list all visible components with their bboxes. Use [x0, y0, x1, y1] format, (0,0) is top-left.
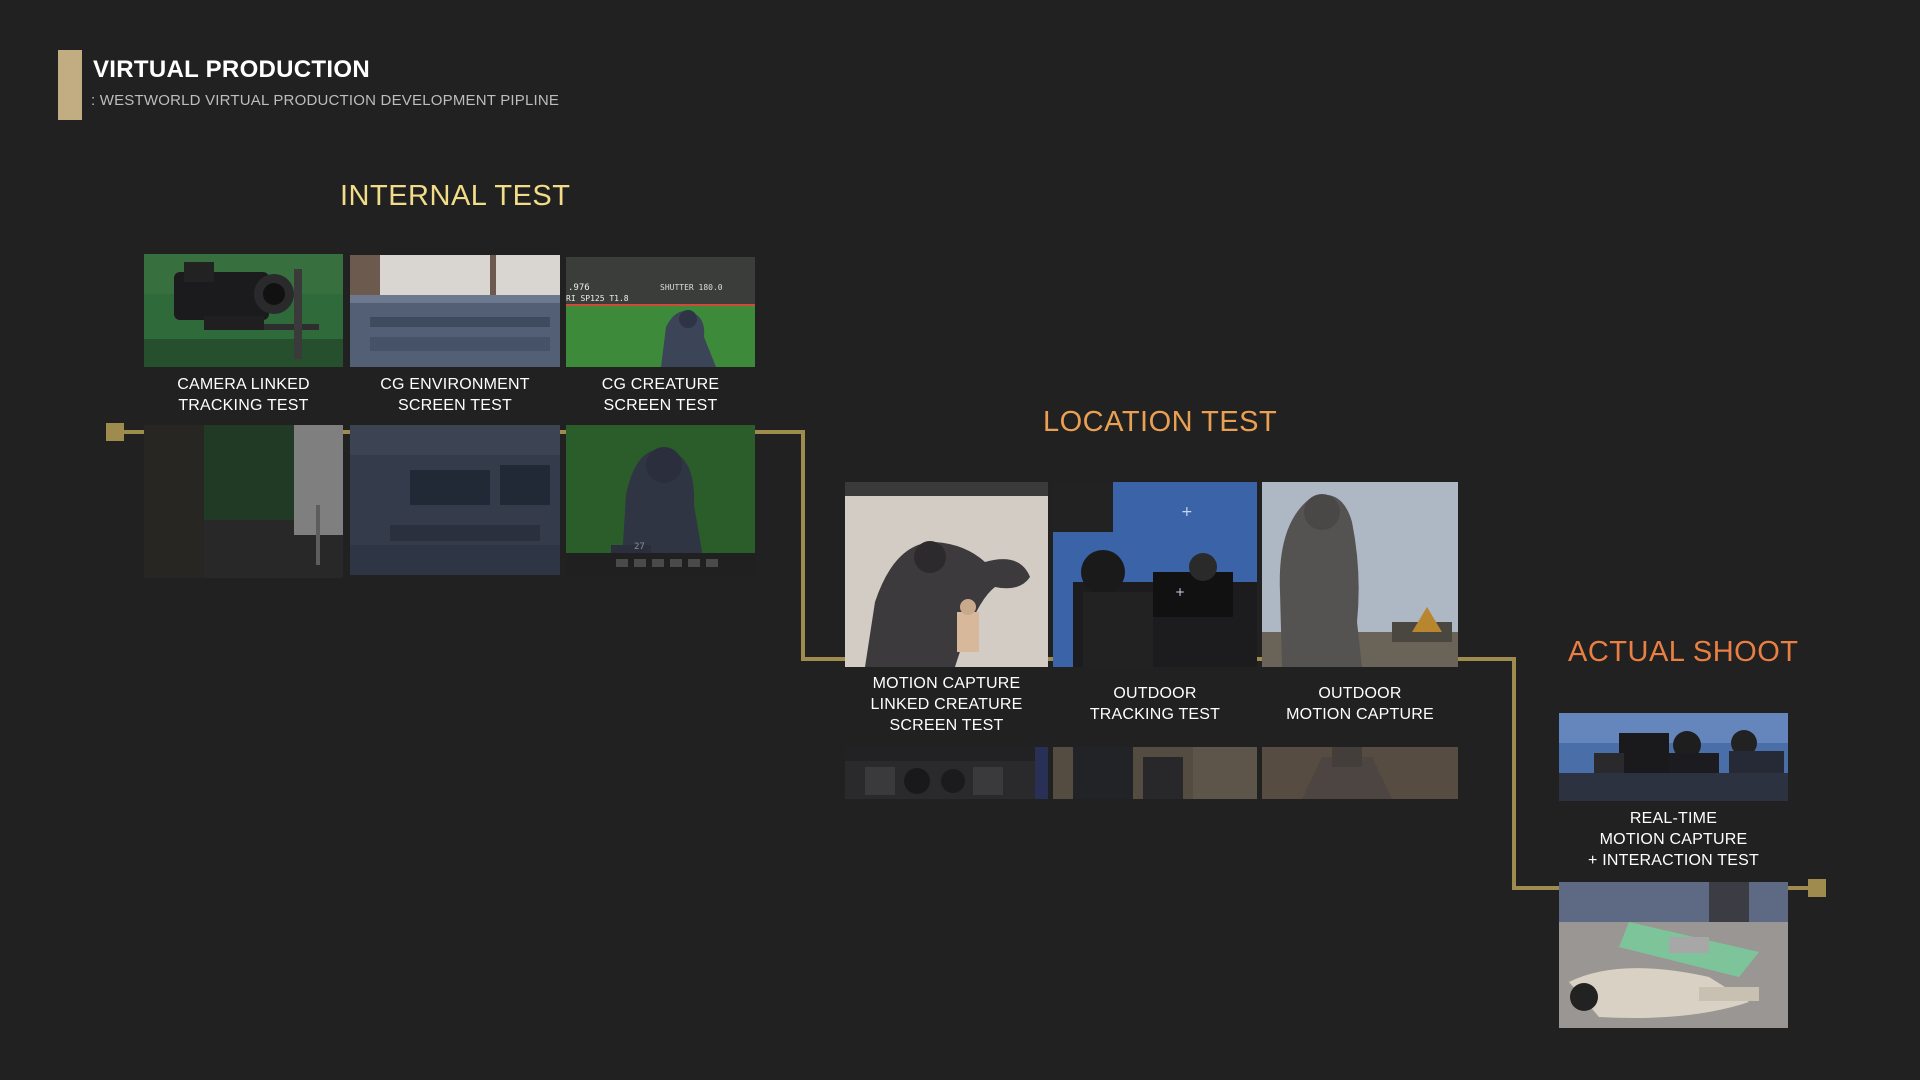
pipeline-start-node	[106, 423, 124, 441]
label-outdoor-tracking-test: OUTDOOR TRACKING TEST	[1089, 685, 1221, 723]
section-title-location-test: LOCATION TEST	[1043, 406, 1278, 438]
photo-outdoor-tracking-camera: + +	[1053, 482, 1257, 667]
photo-cg-environment-top	[350, 255, 560, 367]
section-title-internal-test: INTERNAL TEST	[340, 180, 571, 212]
page-subtitle: : WESTWORLD VIRTUAL PRODUCTION DEVELOPME…	[91, 92, 560, 109]
photo-outdoor-creature	[1262, 482, 1458, 667]
svg-text:27: 27	[634, 542, 645, 552]
svg-text:+: +	[1175, 585, 1185, 599]
photo-outdoor-creature-feet	[1262, 747, 1458, 799]
photo-asset-thumbnails	[845, 747, 1048, 799]
svg-text:RI SP125 T1.8: RI SP125 T1.8	[566, 294, 629, 303]
svg-text:+: +	[1181, 504, 1193, 520]
photo-camera-rig-top	[144, 254, 343, 367]
label-cg-environment-screen-test: CG ENVIRONMENT SCREEN TEST	[380, 376, 530, 414]
pipeline-end-node	[1808, 879, 1826, 897]
photo-actual-shoot-crew	[1559, 713, 1788, 801]
photo-cg-creature-monitor-top: .976 RI SP125 T1.8 SHUTTER 180.0	[566, 257, 755, 367]
photo-green-screen-room	[144, 425, 343, 578]
label-motion-capture-linked-creature-screen-test: MOTION CAPTURE LINKED CREATURE SCREEN TE…	[870, 675, 1023, 734]
svg-text:.976: .976	[568, 283, 590, 293]
label-real-time-motion-capture-interaction-test: REAL-TIME MOTION CAPTURE + INTERACTION T…	[1588, 810, 1759, 869]
photo-creature-screen-test	[845, 482, 1048, 667]
svg-text:SHUTTER 180.0: SHUTTER 180.0	[660, 283, 723, 292]
photo-cg-creature-monitor-bottom: 27	[566, 425, 755, 575]
label-camera-linked-tracking-test: CAMERA LINKED TRACKING TEST	[177, 376, 310, 414]
page-title: VIRTUAL PRODUCTION	[93, 56, 370, 83]
header-accent-bar	[58, 50, 82, 120]
photo-outdoor-ground	[1053, 747, 1257, 799]
label-cg-creature-screen-test: CG CREATURE SCREEN TEST	[601, 376, 720, 414]
label-outdoor-motion-capture: OUTDOOR MOTION CAPTURE	[1286, 685, 1434, 723]
section-title-actual-shoot: ACTUAL SHOOT	[1568, 636, 1799, 668]
photo-actual-shoot-interaction	[1559, 882, 1788, 1028]
photo-cg-environment-bottom	[350, 425, 560, 575]
